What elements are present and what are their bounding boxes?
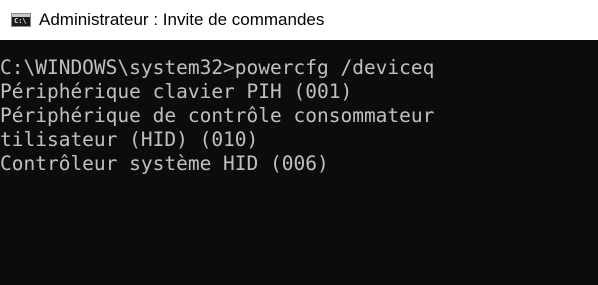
console-line-output: Périphérique clavier PIH (001) [0,80,353,103]
window-title: Administrateur : Invite de commandes [39,10,325,29]
cmd-icon[interactable]: C:\ [11,13,31,27]
console-line-output: Contrôleur système HID (006) [0,152,329,175]
command-prompt-window: C:\ Administrateur : Invite de commandes… [0,0,598,285]
title-bar[interactable]: C:\ Administrateur : Invite de commandes [0,0,598,40]
console-line-command: C:\WINDOWS\system32>powercfg /deviceq [0,56,435,79]
console-line-output: tilisateur (HID) (010) [0,128,259,151]
console-line-output: Périphérique de contrôle consommateur [0,104,435,127]
cmd-icon-glyph: C:\ [14,17,27,25]
